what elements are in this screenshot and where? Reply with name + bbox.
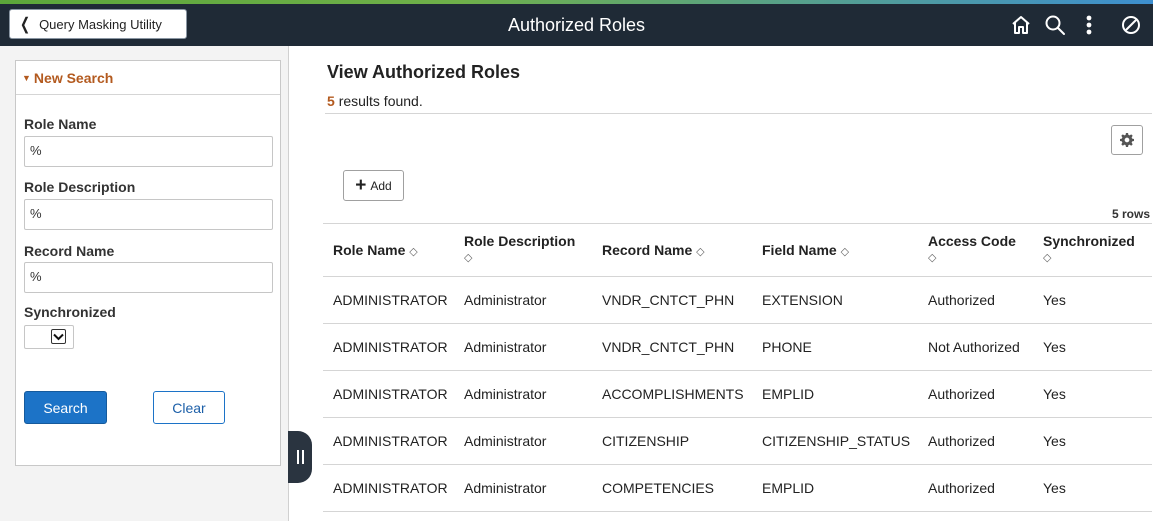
table-row[interactable]: ADMINISTRATOR Administrator ACCOMPLISHME…: [323, 370, 1152, 418]
cell-synchronized: Yes: [1033, 370, 1152, 418]
actions-menu-icon[interactable]: [1076, 12, 1102, 38]
cell-record-name: VNDR_CNTCT_PHN: [592, 276, 752, 324]
cell-field-name: EXTENSION: [752, 276, 918, 324]
plus-icon: +: [355, 175, 367, 196]
record-name-input[interactable]: %: [24, 262, 273, 293]
results-summary: 5 results found.: [327, 93, 423, 109]
cell-record-name: CITIZENSHIP: [592, 417, 752, 465]
cell-record-name: ACCOMPLISHMENTS: [592, 370, 752, 418]
cell-access-code: Authorized: [918, 370, 1033, 418]
pause-bar-icon: [301, 450, 304, 464]
sort-icon: ◇: [928, 252, 937, 264]
sort-icon: ◇: [464, 252, 473, 264]
table-row[interactable]: ADMINISTRATOR Administrator CITIZENSHIP …: [323, 417, 1152, 465]
sort-icon: ◇: [409, 246, 418, 258]
chevron-left-icon: ❮: [20, 14, 31, 34]
table-row[interactable]: ADMINISTRATOR Administrator VNDR_CNTCT_P…: [323, 323, 1152, 371]
col-header-access-code[interactable]: Access Code ◇: [918, 223, 1033, 277]
divider: [325, 113, 1152, 114]
synchronized-label: Synchronized: [24, 304, 116, 320]
cell-role-description: Administrator: [454, 417, 592, 465]
clear-button[interactable]: Clear: [153, 391, 225, 424]
grid-header-row: Role Name ◇ Role Description ◇ Record Nam…: [323, 223, 1152, 277]
new-search-title: New Search: [33, 69, 114, 86]
role-name-input[interactable]: %: [24, 136, 273, 167]
cell-synchronized: Yes: [1033, 323, 1152, 371]
col-header-label: Synchronized: [1043, 233, 1135, 249]
cell-field-name: CITIZENSHIP_STATUS: [752, 417, 918, 465]
col-header-label: Record Name: [602, 242, 693, 258]
table-row[interactable]: ADMINISTRATOR Administrator VNDR_CNTCT_P…: [323, 276, 1152, 324]
cell-field-name: PHONE: [752, 323, 918, 371]
col-header-synchronized[interactable]: Synchronized ◇: [1033, 223, 1152, 277]
result-text: results found.: [338, 93, 423, 109]
chevron-down-icon: [51, 329, 66, 344]
synchronized-select[interactable]: [24, 325, 74, 349]
cell-role-name: ADMINISTRATOR: [323, 323, 454, 371]
table-row[interactable]: ADMINISTRATOR Administrator COMPETENCIES…: [323, 464, 1152, 512]
col-header-record-name[interactable]: Record Name ◇: [592, 223, 752, 277]
role-description-label: Role Description: [24, 179, 136, 195]
back-button-label: Query Masking Utility: [39, 16, 162, 32]
cell-role-description: Administrator: [454, 464, 592, 512]
col-header-label: Field Name: [762, 242, 837, 258]
back-button[interactable]: ❮ Query Masking Utility: [9, 9, 187, 39]
col-header-label: Role Description: [464, 233, 576, 249]
cell-role-description: Administrator: [454, 370, 592, 418]
role-name-label: Role Name: [24, 116, 97, 132]
cell-access-code: Authorized: [918, 464, 1033, 512]
record-name-label: Record Name: [24, 243, 115, 259]
col-header-role-name[interactable]: Role Name ◇: [323, 223, 454, 277]
cell-synchronized: Yes: [1033, 276, 1152, 324]
new-search-header[interactable]: ▼ New Search: [16, 61, 280, 95]
search-panel: ▼ New Search Role Name % Role Descriptio…: [15, 60, 281, 466]
cell-access-code: Authorized: [918, 417, 1033, 465]
cell-role-name: ADMINISTRATOR: [323, 464, 454, 512]
cell-access-code: Not Authorized: [918, 323, 1033, 371]
sort-icon: ◇: [1043, 252, 1052, 264]
col-header-field-name[interactable]: Field Name ◇: [752, 223, 918, 277]
cell-field-name: EMPLID: [752, 370, 918, 418]
search-icon[interactable]: [1042, 12, 1068, 38]
collapse-panel-handle[interactable]: [288, 431, 312, 483]
view-title: View Authorized Roles: [327, 62, 521, 82]
cell-role-name: ADMINISTRATOR: [323, 276, 454, 324]
col-header-role-description[interactable]: Role Description ◇: [454, 223, 592, 277]
authorized-roles-grid: Role Name ◇ Role Description ◇ Record Nam…: [323, 223, 1152, 512]
app-header: ❮ Query Masking Utility Authorized Roles: [0, 4, 1153, 46]
add-button[interactable]: + Add: [343, 170, 404, 201]
cell-role-name: ADMINISTRATOR: [323, 417, 454, 465]
role-description-input[interactable]: %: [24, 199, 273, 230]
pause-bar-icon: [296, 450, 299, 464]
navbar-icon[interactable]: [1118, 12, 1144, 38]
cell-access-code: Authorized: [918, 276, 1033, 324]
gear-icon: [1120, 133, 1134, 147]
col-header-label: Access Code: [928, 233, 1016, 249]
sort-icon: ◇: [840, 246, 850, 258]
add-button-label: Add: [370, 178, 392, 193]
cell-role-description: Administrator: [454, 323, 592, 371]
search-button[interactable]: Search: [24, 391, 107, 424]
home-icon[interactable]: [1008, 12, 1034, 38]
collapse-triangle-icon: ▼: [22, 72, 31, 83]
cell-synchronized: Yes: [1033, 464, 1152, 512]
cell-role-name: ADMINISTRATOR: [323, 370, 454, 418]
col-header-label: Role Name: [333, 242, 406, 258]
result-count: 5: [327, 93, 335, 109]
grid-settings-button[interactable]: [1111, 125, 1143, 155]
cell-record-name: COMPETENCIES: [592, 464, 752, 512]
cell-field-name: EMPLID: [752, 464, 918, 512]
cell-record-name: VNDR_CNTCT_PHN: [592, 323, 752, 371]
cell-synchronized: Yes: [1033, 417, 1152, 465]
sort-icon: ◇: [696, 246, 705, 258]
cell-role-description: Administrator: [454, 276, 592, 324]
row-count: 5 rows: [1111, 207, 1150, 221]
